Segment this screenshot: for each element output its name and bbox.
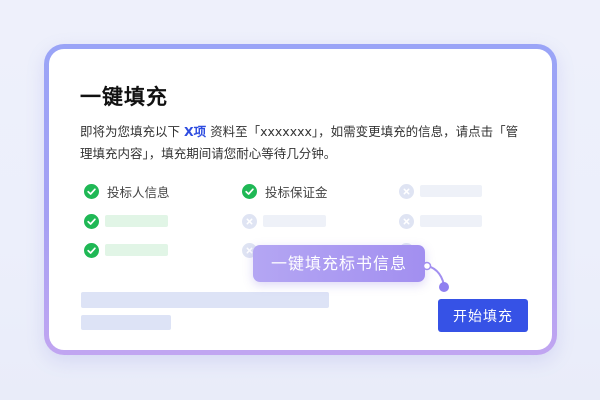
- checklist-item: [84, 212, 168, 230]
- checklist-item: 投标人信息: [84, 182, 170, 200]
- checklist-item: [399, 182, 482, 200]
- placeholder-block: [81, 315, 171, 330]
- dialog-description: 即将为您填充以下 X项 资料至「xxxxxxx」，如需变更填充的信息，请点击「管…: [80, 121, 530, 165]
- start-fill-button[interactable]: 开始填充: [438, 299, 528, 332]
- checklist-item: [84, 241, 168, 259]
- tooltip-connector: [422, 261, 449, 292]
- dialog-title: 一键填充: [80, 85, 168, 109]
- placeholder-bar: [105, 215, 168, 227]
- item-count-highlight: X项: [183, 124, 207, 139]
- checklist-item-label: 投标保证金: [265, 184, 328, 200]
- placeholder-block: [81, 292, 329, 308]
- placeholder-bar: [105, 244, 168, 256]
- pending-icon: [399, 213, 414, 229]
- placeholder-bar: [420, 185, 482, 197]
- one-click-fill-tooltip: 一键填充标书信息: [253, 245, 425, 282]
- fill-dialog: 一键填充 即将为您填充以下 X项 资料至「xxxxxxx」，如需变更填充的信息，…: [49, 49, 552, 350]
- checklist-item: 投标保证金: [242, 182, 328, 200]
- check-icon: [84, 183, 99, 199]
- pending-icon: [399, 183, 414, 199]
- description-prefix: 即将为您填充以下: [80, 124, 184, 139]
- placeholder-bar: [263, 215, 326, 227]
- dialog-frame: 一键填充 即将为您填充以下 X项 资料至「xxxxxxx」，如需变更填充的信息，…: [44, 44, 557, 355]
- checklist-item-label: 投标人信息: [107, 184, 170, 200]
- check-icon: [84, 213, 99, 229]
- check-icon: [242, 183, 257, 199]
- pending-icon: [242, 213, 257, 229]
- placeholder-bar: [420, 215, 482, 227]
- checklist-item: [399, 212, 482, 230]
- checklist-item: [242, 212, 326, 230]
- check-icon: [84, 242, 99, 258]
